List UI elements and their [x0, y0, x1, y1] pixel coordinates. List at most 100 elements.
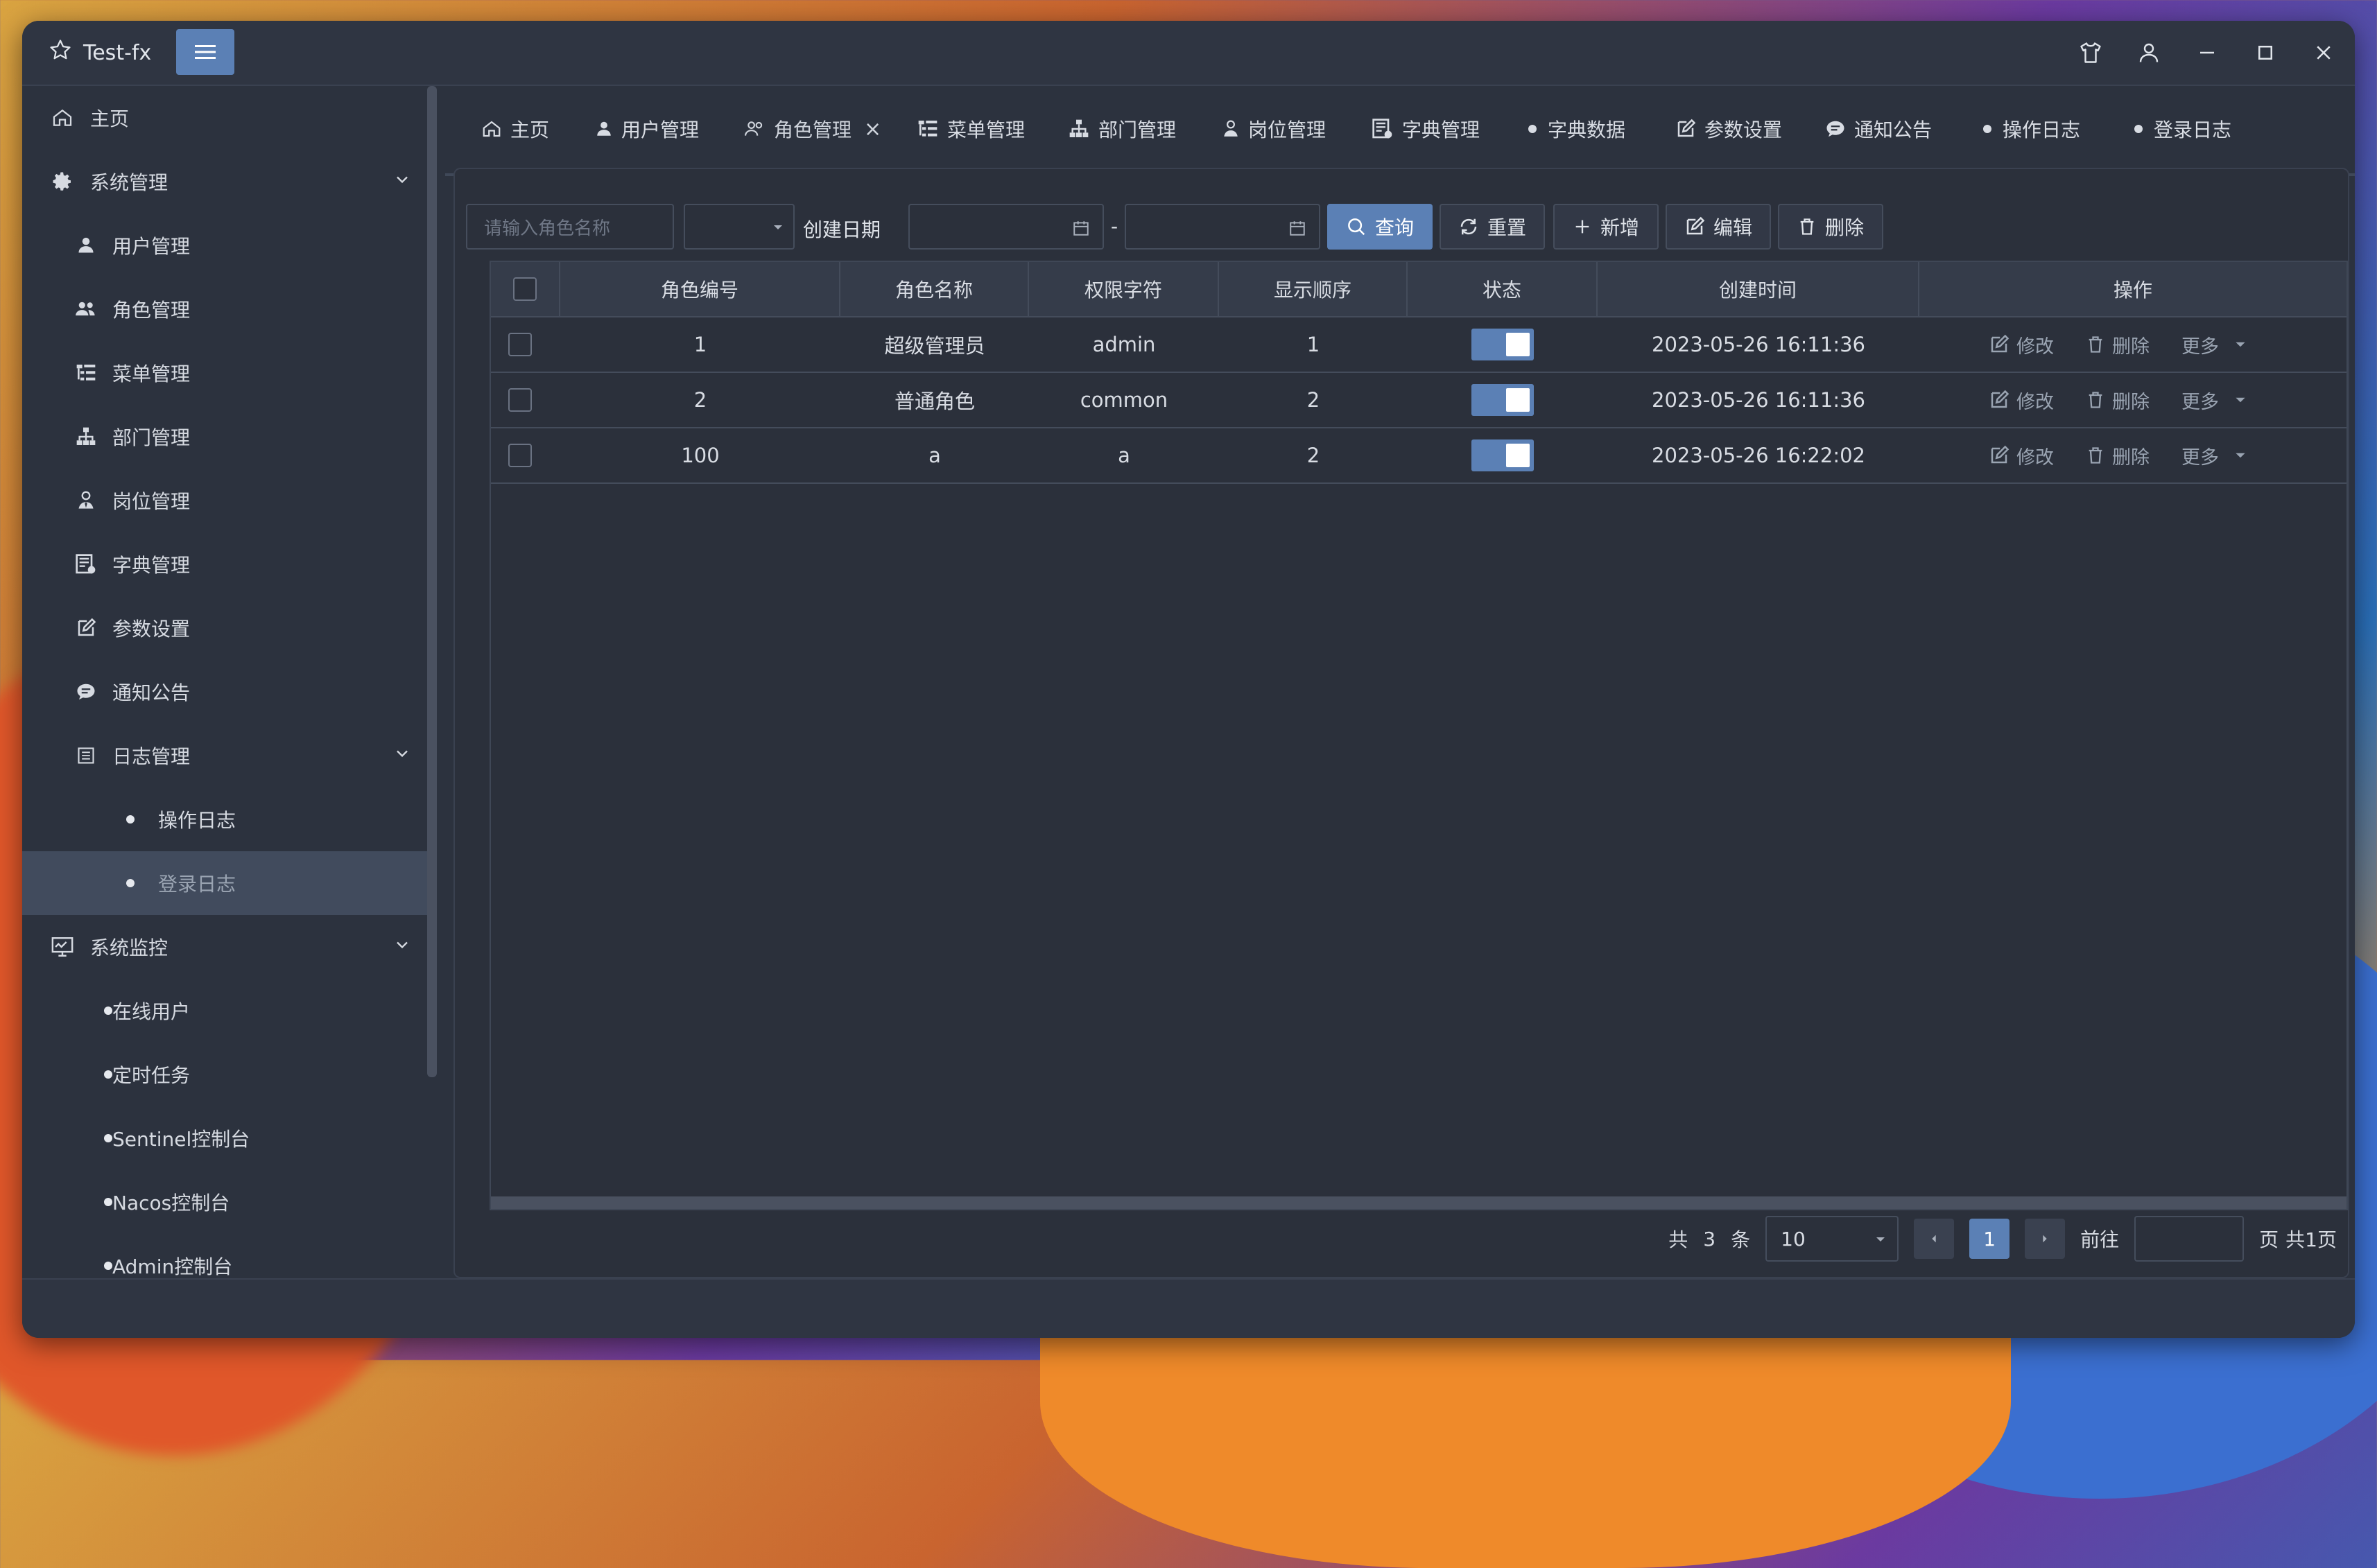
tab-close-icon[interactable]: ×: [864, 117, 881, 141]
status-footer: [22, 1278, 2355, 1338]
gear-icon: [49, 168, 76, 195]
role-name-input[interactable]: 请输入角色名称: [466, 204, 674, 250]
sidebar-item-operation-log[interactable]: 操作日志: [22, 787, 427, 851]
page-suffix: 页: [2259, 1228, 2279, 1251]
edit-icon: [1686, 216, 1705, 235]
current-page-button[interactable]: 1: [1969, 1219, 2010, 1259]
column-header[interactable]: 角色编号: [560, 262, 840, 316]
sidebar-item-departments[interactable]: 部门管理: [22, 405, 427, 469]
org-chart-icon: [1069, 119, 1089, 137]
sidebar-group-monitor[interactable]: 系统监控: [22, 915, 427, 979]
select-all-checkbox[interactable]: [513, 277, 537, 301]
tab-home[interactable]: 主页: [481, 86, 549, 172]
sidebar-group-logs[interactable]: 日志管理: [22, 724, 427, 787]
status-toggle[interactable]: [1471, 329, 1534, 360]
page-size-select[interactable]: 10: [1765, 1216, 1899, 1262]
sidebar-scrollbar[interactable]: [427, 86, 437, 1077]
tab-users[interactable]: 用户管理: [595, 86, 699, 172]
goto-page-input[interactable]: [2134, 1216, 2245, 1262]
tab-roles[interactable]: 角色管理 ×: [745, 86, 900, 173]
table-row[interactable]: 100 a a 2 2023-05-26 16:22:02 修改 删除 更多: [491, 428, 2346, 484]
add-button-label: 新增: [1600, 216, 1639, 239]
sidebar-item-home[interactable]: 主页: [22, 86, 427, 150]
prev-page-button[interactable]: [1914, 1219, 1955, 1259]
users-icon: [72, 295, 100, 323]
sidebar-item-nacos[interactable]: Nacos控制台: [22, 1170, 427, 1234]
tab-parameters[interactable]: 参数设置: [1675, 86, 1782, 172]
row-edit-button[interactable]: 修改: [1989, 442, 2054, 469]
minimize-icon[interactable]: [2193, 38, 2222, 67]
column-header[interactable]: 角色名称: [840, 262, 1029, 316]
column-header[interactable]: 显示顺序: [1219, 262, 1408, 316]
sidebar-item-scheduled-jobs[interactable]: 定时任务: [22, 1043, 427, 1106]
row-delete-button[interactable]: 删除: [2086, 387, 2150, 414]
tab-notices[interactable]: 通知公告: [1825, 86, 1932, 172]
row-more-dropdown[interactable]: 更多: [2181, 331, 2248, 358]
sidebar-item-menus[interactable]: 菜单管理: [22, 341, 427, 405]
next-page-button[interactable]: [2025, 1219, 2066, 1259]
tab-login-log[interactable]: 登录日志: [2134, 86, 2231, 172]
sidebar-item-dictionary[interactable]: 字典管理: [22, 532, 427, 596]
sidebar-item-login-log[interactable]: 登录日志: [22, 851, 427, 915]
end-date-input[interactable]: [1125, 204, 1320, 250]
column-header[interactable]: 操作: [1919, 262, 2346, 316]
row-edit-button[interactable]: 修改: [1989, 331, 2054, 358]
delete-button[interactable]: 删除: [1778, 204, 1883, 250]
table-row[interactable]: 2 普通角色 common 2 2023-05-26 16:11:36 修改 删…: [491, 373, 2346, 428]
sidebar-item-users[interactable]: 用户管理: [22, 214, 427, 277]
menu-toggle-button[interactable]: [176, 29, 234, 75]
user-icon[interactable]: [2134, 38, 2163, 67]
app-window: Test-fx 主页 系统管理 用户管理 角色管理 菜单管理 部门管理 岗位管理…: [22, 21, 2355, 1338]
sidebar-item-notices[interactable]: 通知公告: [22, 660, 427, 724]
sidebar-item-label: 主页: [90, 107, 130, 130]
app-title-text: Test-fx: [83, 40, 152, 65]
row-checkbox-cell: [491, 373, 549, 427]
tab-dictionary[interactable]: 字典管理: [1372, 86, 1480, 172]
sidebar-group-system[interactable]: 系统管理: [22, 150, 427, 214]
tab-label: 登录日志: [2154, 119, 2232, 141]
tab-dictionary-data[interactable]: 字典数据: [1528, 86, 1625, 172]
sidebar-item-label: 参数设置: [112, 618, 191, 641]
sidebar-item-roles[interactable]: 角色管理: [22, 277, 427, 341]
row-checkbox[interactable]: [508, 388, 532, 412]
theme-shirt-icon[interactable]: [2076, 38, 2105, 67]
sidebar-item-sentinel[interactable]: Sentinel控制台: [22, 1106, 427, 1170]
maximize-icon[interactable]: [2251, 38, 2280, 67]
user-tie-icon: [72, 487, 100, 514]
tab-posts[interactable]: 岗位管理: [1222, 86, 1326, 172]
tab-menus[interactable]: 菜单管理: [917, 86, 1025, 172]
table-row[interactable]: 1 超级管理员 admin 1 2023-05-26 16:11:36 修改 删…: [491, 317, 2346, 373]
column-header[interactable]: 权限字符: [1029, 262, 1219, 316]
start-date-input[interactable]: [908, 204, 1104, 250]
edit-button[interactable]: 编辑: [1666, 204, 1771, 250]
tab-operation-log[interactable]: 操作日志: [1983, 86, 2080, 172]
edit-icon: [1991, 390, 2009, 408]
sidebar-item-settings[interactable]: 参数设置: [22, 596, 427, 660]
row-more-dropdown[interactable]: 更多: [2181, 387, 2248, 414]
row-checkbox[interactable]: [508, 444, 532, 467]
role-name: a: [928, 444, 941, 467]
column-header[interactable]: 创建时间: [1598, 262, 1919, 316]
sidebar-item-admin[interactable]: Admin控制台: [22, 1234, 427, 1278]
reset-button[interactable]: 重置: [1440, 204, 1545, 250]
table-horizontal-scrollbar[interactable]: [491, 1196, 2346, 1209]
add-button[interactable]: 新增: [1553, 204, 1659, 250]
row-more-dropdown[interactable]: 更多: [2181, 442, 2248, 469]
column-header[interactable]: 状态: [1408, 262, 1598, 316]
row-delete-button[interactable]: 删除: [2086, 442, 2150, 469]
sidebar-item-label: 字典管理: [112, 554, 191, 577]
delete-button-label: 删除: [1824, 216, 1864, 239]
row-delete-button[interactable]: 删除: [2086, 331, 2150, 358]
sidebar-item-online-users[interactable]: 在线用户: [22, 979, 427, 1043]
tab-departments[interactable]: 部门管理: [1068, 86, 1176, 172]
status-toggle[interactable]: [1471, 384, 1534, 416]
status-toggle[interactable]: [1471, 439, 1534, 471]
close-icon[interactable]: [2309, 38, 2338, 67]
sidebar-item-posts[interactable]: 岗位管理: [22, 469, 427, 532]
page-size-value: 10: [1781, 1227, 1806, 1251]
row-edit-button[interactable]: 修改: [1989, 387, 2054, 414]
status-select[interactable]: [684, 204, 795, 250]
search-button[interactable]: 查询: [1327, 204, 1433, 250]
role-id: 100: [681, 444, 720, 467]
row-checkbox[interactable]: [508, 333, 532, 356]
